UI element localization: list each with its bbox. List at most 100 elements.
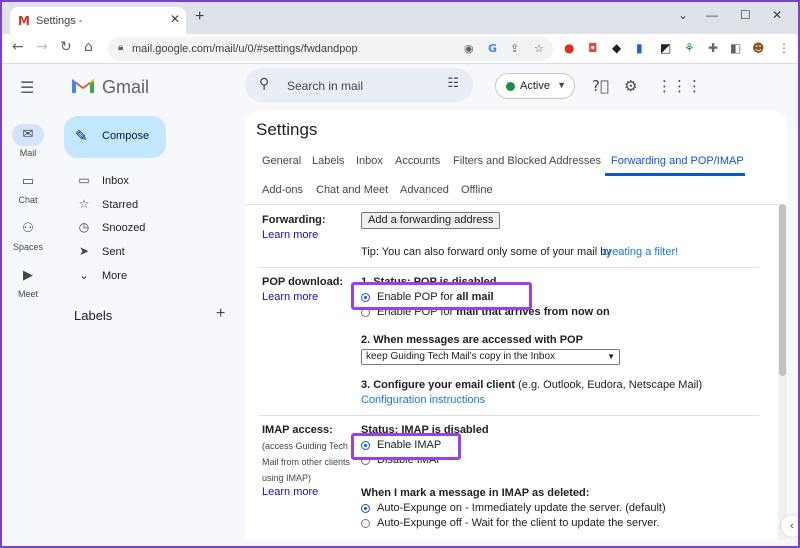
gmail-wordmark: Gmail [102,77,150,97]
enable-imap-radio[interactable] [361,441,370,450]
section-divider [259,267,759,268]
tab-accounts[interactable]: Accounts [395,155,440,167]
rail-item-mail[interactable]: ✉ Mail [2,124,54,158]
pop-question-3: 3. Configure your email client (e.g. Out… [361,379,702,391]
spy-icon[interactable]: ◆ [612,41,621,55]
search-placeholder: Search in mail [287,79,364,93]
pop-action-select[interactable]: keep Guiding Tech Mail's copy in the Inb… [361,349,620,365]
app-rail: ☰ ✉ Mail ▭ Chat ⚇ Spaces ▶ Meet [2,64,54,546]
sidebar-toggle-icon[interactable]: ◧ [730,41,741,55]
search-bar[interactable]: ⚲ Search in mail ☷ [245,68,473,102]
gmail-logo[interactable] [70,75,96,95]
tabs-divider [245,204,787,205]
tab-inbox[interactable]: Inbox [356,155,383,167]
maximize-icon[interactable]: ☐ [740,8,751,22]
profile-avatar[interactable]: ☻ [752,41,765,55]
imap-learn-more-link[interactable]: Learn more [262,486,318,498]
imap-access-label: IMAP access: [262,424,333,436]
rail-label-mail: Mail [19,148,37,158]
tab-strip: M Settings - ✕ + ⌄ — ☐ ✕ [2,2,798,34]
home-icon[interactable]: ⌂ [84,39,93,55]
close-tab-icon[interactable]: ✕ [170,12,180,26]
gmail-favicon-icon: M [18,14,30,28]
tab-general[interactable]: General [262,155,301,167]
status-dropdown[interactable]: Active ▼ [495,73,575,99]
tab-forwarding-pop-imap[interactable]: Forwarding and POP/IMAP [611,155,744,167]
reload-icon[interactable]: ↻ [60,39,72,55]
nav-item-inbox[interactable]: ▭ Inbox [76,171,236,191]
create-filter-link[interactable]: creating a filter! [603,246,678,258]
tab-chat-meet[interactable]: Chat and Meet [316,184,388,196]
auto-expunge-off-label[interactable]: Auto-Expunge off - Wait for the client t… [377,517,660,529]
eye-icon[interactable]: ◉ [464,42,474,55]
search-icon[interactable]: ⚲ [259,76,269,92]
add-label-icon[interactable]: + [216,305,225,323]
settings-title: Settings [256,120,318,139]
enable-pop-all-radio-top[interactable] [361,293,370,302]
caret-down-icon: ▼ [557,80,566,90]
forward-icon[interactable]: → [36,39,48,55]
configuration-instructions-link[interactable]: Configuration instructions [361,394,485,406]
settings-gear-icon[interactable]: ⚙ [624,77,637,95]
labels-heading: Labels [74,308,113,323]
close-window-icon[interactable]: ✕ [772,8,782,22]
bookmark-star-icon[interactable]: ☆ [534,42,544,55]
chevron-down-icon[interactable]: ⌄ [678,8,688,22]
rail-item-spaces[interactable]: ⚇ Spaces [2,218,54,252]
tab-advanced[interactable]: Advanced [400,184,449,196]
tab-filters[interactable]: Filters and Blocked Addresses [453,155,601,167]
status-label: Active [520,80,550,92]
clock-icon: ◷ [78,220,90,234]
help-icon[interactable]: ?⃝ [592,77,609,95]
scrollbar-thumb[interactable] [779,204,786,376]
tab-offline[interactable]: Offline [461,184,493,196]
forwarding-label: Forwarding: [262,214,326,226]
tab-addons[interactable]: Add-ons [262,184,303,196]
nav-item-more[interactable]: ⌄ More [76,266,236,286]
nav-label-sent: Sent [102,246,125,258]
google-icon[interactable]: G [488,42,497,55]
auto-expunge-on-label[interactable]: Auto-Expunge on - Immediately update the… [377,502,666,514]
forwarding-tip: Tip: You can also forward only some of y… [361,246,612,258]
edit-extension-icon[interactable]: ◩ [660,41,671,55]
pocket-icon[interactable]: ◘ [588,41,598,55]
puzzle-icon[interactable]: ✚ [708,41,718,55]
back-icon[interactable]: ← [12,39,24,55]
browser-tab[interactable]: M Settings - ✕ [10,7,186,34]
auto-expunge-off-radio[interactable] [361,519,370,528]
rail-item-chat[interactable]: ▭ Chat [2,171,54,205]
nav-label-starred: Starred [102,199,139,211]
settings-panel: Settings General Labels Inbox Accounts F… [245,110,787,540]
pop-learn-more-link[interactable]: Learn more [262,291,318,303]
nav-item-sent[interactable]: ➤ Sent [76,242,236,262]
pop-download-label: POP download: [262,276,344,288]
kebab-menu-icon[interactable]: ⋮ [778,41,790,55]
compose-button[interactable]: ✎ Compose [64,116,166,158]
nav-item-snoozed[interactable]: ◷ Snoozed [76,218,236,238]
minimize-icon[interactable]: — [706,8,718,22]
address-bar[interactable]: 🔒︎ mail.google.com/mail/u/0/#settings/fw… [108,37,553,61]
imap-sub-label: (access Guiding Tech Mail from other cli… [262,441,351,483]
pop-question-2: 2. When messages are accessed with POP [361,334,583,346]
enable-pop-all-label-top[interactable]: Enable POP for all mail [377,291,494,303]
search-options-icon[interactable]: ☷ [447,76,459,91]
bitwarden-icon[interactable]: ▮ [636,41,643,55]
tab-labels[interactable]: Labels [312,155,344,167]
nav-item-starred[interactable]: ☆ Starred [76,195,236,215]
new-tab-icon[interactable]: + [195,8,204,26]
settings-scrollbar[interactable] [778,204,787,540]
apps-grid-icon[interactable]: ⋮⋮⋮ [657,77,702,95]
grammarly-icon[interactable]: ⚘ [684,41,695,55]
browser-window: M Settings - ✕ + ⌄ — ☐ ✕ ← → ↻ ⌂ 🔒︎ mail… [2,2,798,546]
side-panel-chevron-icon[interactable]: ‹ [780,514,798,538]
hamburger-menu-icon[interactable]: ☰ [20,78,34,97]
rail-label-chat: Chat [18,195,38,205]
inbox-icon: ▭ [78,173,90,187]
share-icon[interactable]: ⇪ [510,42,519,55]
enable-imap-label[interactable]: Enable IMAP [377,439,441,451]
forwarding-learn-more-link[interactable]: Learn more [262,229,318,241]
add-forwarding-address-button[interactable]: Add a forwarding address [361,212,501,229]
rail-item-meet[interactable]: ▶ Meet [2,265,54,299]
extension-red-icon[interactable]: ● [564,41,574,55]
auto-expunge-on-radio[interactable] [361,504,370,513]
